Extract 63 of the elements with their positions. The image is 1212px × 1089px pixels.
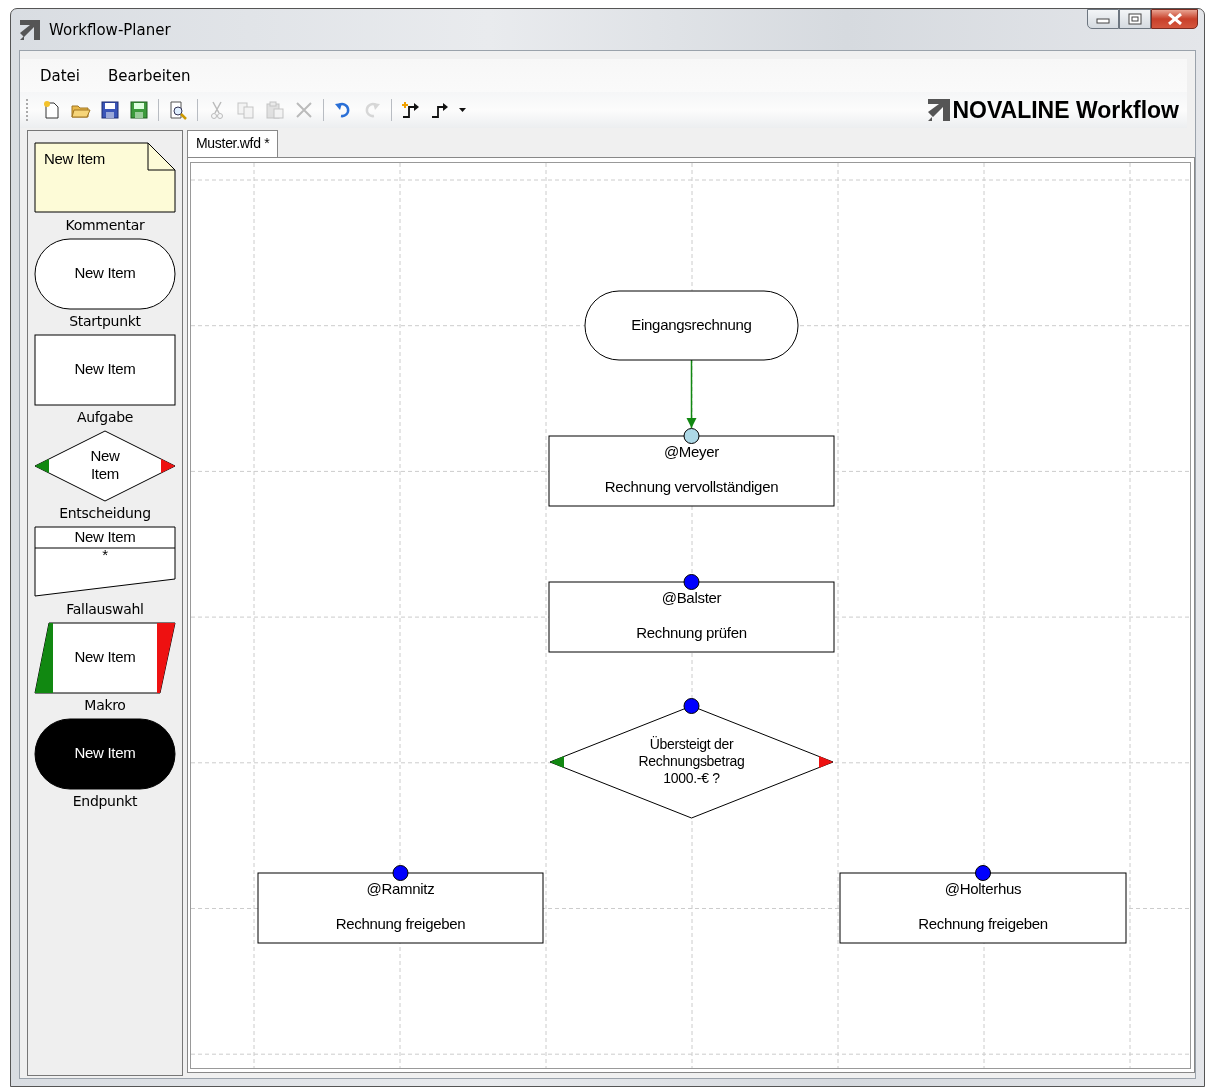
node-text: Rechnung freigeben bbox=[918, 914, 1048, 932]
decision-node[interactable] bbox=[549, 705, 834, 819]
shape-label: Entscheidung bbox=[59, 505, 151, 521]
task-shape[interactable] bbox=[34, 334, 176, 406]
floppy-disk-button[interactable] bbox=[98, 98, 122, 122]
node-text: Eingangsrechnung bbox=[631, 315, 752, 333]
connector-icon bbox=[430, 100, 450, 120]
shape-label: Aufgabe bbox=[76, 409, 134, 425]
window-title: Workflow-Planer bbox=[49, 20, 172, 39]
macro-shape[interactable] bbox=[34, 622, 176, 694]
connection-port[interactable] bbox=[392, 865, 409, 881]
shape-text: New Item bbox=[74, 647, 136, 665]
assignee-text: @Holterhus bbox=[944, 879, 1022, 897]
menu-item[interactable]: Bearbeiten bbox=[108, 64, 191, 87]
delete-icon bbox=[294, 100, 314, 120]
task-node[interactable] bbox=[839, 872, 1127, 944]
maximize-icon bbox=[1128, 13, 1142, 25]
task-node[interactable] bbox=[548, 581, 835, 653]
connection-port[interactable] bbox=[683, 698, 700, 714]
minimize-button[interactable] bbox=[1087, 9, 1119, 29]
maximize-button[interactable] bbox=[1119, 9, 1151, 29]
app-logo-icon bbox=[19, 18, 41, 41]
node-text: Rechnung vervollständigen bbox=[604, 477, 779, 495]
brand-logo-icon bbox=[927, 98, 952, 122]
decision-text: Übersteigt der Rechnungsbetrag 1000.-€ ? bbox=[638, 735, 745, 786]
brand-name: NOVALINE Workflow bbox=[952, 96, 1179, 124]
shape-label: Startpunkt bbox=[69, 313, 141, 329]
comment-shape[interactable] bbox=[34, 142, 176, 213]
node-text: Rechnung prüfen bbox=[636, 623, 747, 641]
task-node[interactable] bbox=[548, 435, 835, 507]
shape-text: * bbox=[102, 545, 108, 563]
shape-label: Endpunkt bbox=[72, 793, 138, 809]
copy-icon bbox=[236, 100, 256, 120]
shape-label: Fallauswahl bbox=[66, 601, 144, 617]
menu-item[interactable]: Datei bbox=[40, 64, 81, 87]
shape-label: Makro bbox=[84, 697, 126, 713]
task-node[interactable] bbox=[257, 872, 544, 944]
connection-port[interactable] bbox=[683, 428, 700, 444]
add-connector-icon bbox=[401, 100, 421, 120]
shape-text: New Item bbox=[74, 359, 136, 377]
assignee-text: @Meyer bbox=[663, 442, 720, 460]
case-shape[interactable] bbox=[34, 526, 176, 597]
assignee-text: @Balster bbox=[661, 588, 722, 606]
shape-text: New Item bbox=[74, 527, 136, 545]
shape-text: New Item bbox=[90, 446, 120, 482]
node-text: Rechnung freigeben bbox=[335, 914, 466, 932]
document-tab[interactable]: Muster.wfd * bbox=[187, 130, 279, 157]
new-document-icon bbox=[42, 100, 62, 120]
floppy-disk-button[interactable] bbox=[127, 98, 151, 122]
connector-arrow[interactable] bbox=[686, 359, 697, 429]
decision-shape[interactable] bbox=[34, 430, 176, 502]
caret-icon bbox=[458, 108, 466, 112]
shape-text: New Item bbox=[74, 263, 136, 281]
shape-text: New Item bbox=[44, 149, 105, 167]
shape-label: Kommentar bbox=[65, 217, 145, 233]
magnifier-page-icon bbox=[168, 100, 188, 120]
assignee-text: @Ramnitz bbox=[366, 879, 435, 897]
shape-text: New Item bbox=[74, 743, 136, 761]
connection-port[interactable] bbox=[683, 574, 700, 590]
close-icon bbox=[1166, 13, 1183, 25]
connection-port[interactable] bbox=[975, 865, 991, 881]
close-button[interactable] bbox=[1151, 9, 1198, 29]
clipboard-icon bbox=[265, 100, 285, 120]
